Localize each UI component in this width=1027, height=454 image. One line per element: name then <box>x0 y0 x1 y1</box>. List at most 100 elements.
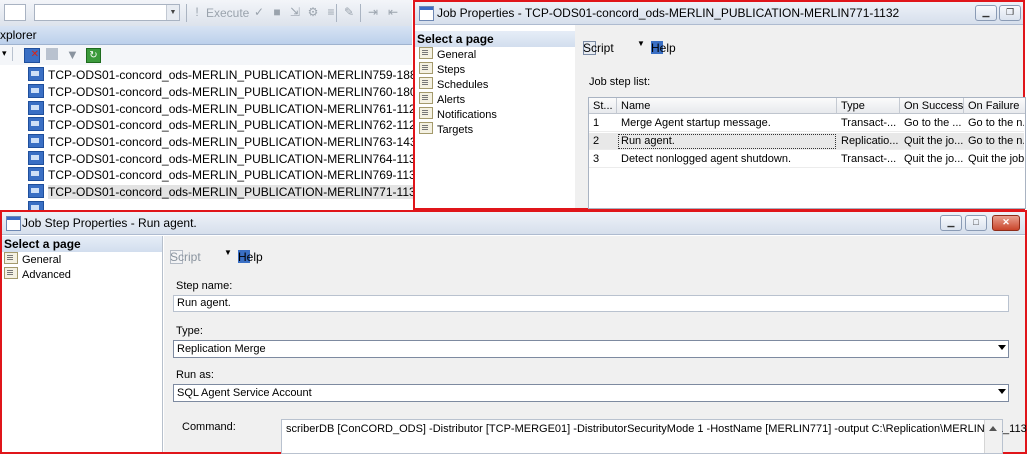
column-header-step[interactable]: St... <box>589 98 617 114</box>
run-as-select[interactable]: SQL Agent Service Account <box>173 384 1009 402</box>
page-label: General <box>437 49 477 61</box>
type-label: Type: <box>176 325 203 337</box>
page-schedules[interactable]: Schedules <box>419 77 488 92</box>
minimize-button[interactable]: ▁ <box>975 5 997 21</box>
object-explorer-tree: TCP-ODS01-concord_ods-MERLIN_PUBLICATION… <box>0 65 423 210</box>
command-label: Command: <box>182 421 236 433</box>
execute-button[interactable]: Execute <box>206 6 249 20</box>
step-name-field[interactable]: Run agent. <box>173 295 1009 312</box>
main-toolbar: ▼ ! Execute ✓ ■ ⇲ ⚙ ≡ ✎ ⇥ ⇤ <box>0 0 412 27</box>
list-item[interactable]: TCP-ODS01-concord_ods-MERLIN_PUBLICATION… <box>28 134 423 150</box>
window-title: Job Properties - TCP-ODS01-concord_ods-M… <box>437 6 900 20</box>
page-steps[interactable]: Steps <box>419 62 465 77</box>
chevron-down-icon[interactable]: ▼ <box>224 248 232 257</box>
close-button[interactable]: ✕ <box>992 215 1020 231</box>
filter-icon[interactable]: ▼ <box>66 47 79 62</box>
command-textarea[interactable]: scriberDB [ConCORD_ODS] -Distributor [TC… <box>281 419 1027 454</box>
job-icon <box>28 151 44 165</box>
page-notifications[interactable]: Notifications <box>419 107 497 122</box>
minimize-button[interactable]: ▁ <box>940 215 962 231</box>
job-name: TCP-ODS01-concord_ods-MERLIN_PUBLICATION… <box>48 68 424 82</box>
job-icon <box>28 184 44 198</box>
refresh-icon[interactable]: ↻ <box>86 48 101 63</box>
list-item[interactable]: TCP-ODS01-concord_ods-MERLIN_PUBLICATION… <box>28 101 422 117</box>
scroll-up-icon[interactable] <box>989 426 997 431</box>
cell-on-failure: Go to the n... <box>964 133 1024 150</box>
page-label: Targets <box>437 124 474 136</box>
toolbar-combo-left[interactable] <box>4 4 26 21</box>
job-icon <box>28 101 44 115</box>
job-properties-titlebar: Job Properties - TCP-ODS01-concord_ods-M… <box>415 2 1023 25</box>
cancel-query-icon[interactable]: ■ <box>270 5 284 19</box>
page-general[interactable]: General <box>419 47 476 62</box>
job-icon <box>28 201 44 210</box>
object-explorer-header: xplorer <box>0 26 412 45</box>
page-label: General <box>22 254 62 266</box>
list-item[interactable]: TCP-ODS01-concord_ods-MERLIN_PUBLICATION… <box>28 84 423 100</box>
indent-icon[interactable]: ⇥ <box>366 5 380 19</box>
page-alerts[interactable]: Alerts <box>419 92 465 107</box>
page-icon <box>419 77 433 89</box>
maximize-button[interactable]: □ <box>965 215 987 231</box>
window-title: Job Step Properties - Run agent. <box>22 216 197 230</box>
restore-button[interactable]: ❐ <box>999 5 1021 21</box>
chevron-down-icon[interactable]: ▾ <box>2 48 7 59</box>
command-scrollbar[interactable] <box>984 420 1002 453</box>
comment-icon[interactable]: ✎ <box>342 5 356 19</box>
type-select[interactable]: Replication Merge <box>173 340 1009 358</box>
page-icon <box>419 62 433 74</box>
job-name: TCP-ODS01-concord_ods-MERLIN_PUBLICATION… <box>48 118 423 132</box>
parse-icon[interactable]: ✓ <box>252 5 266 19</box>
list-item[interactable]: TCP-ODS01-concord_ods-MERLIN_PUBLICATION… <box>28 167 422 183</box>
job-name: TCP-ODS01-concord_ods-MERLIN_PUBLICATION… <box>48 102 423 116</box>
page-label: Schedules <box>437 79 489 91</box>
object-explorer-title: xplorer <box>0 28 37 42</box>
stop-icon[interactable] <box>46 48 58 60</box>
cell-type: Transact-... <box>837 151 900 168</box>
cell-on-success: Quit the jo... <box>900 133 964 150</box>
query-options-icon[interactable]: ⚙ <box>306 5 320 19</box>
select-page-panel: Select a page General Steps Schedules Al… <box>415 31 576 208</box>
toolbar-separator <box>336 4 337 22</box>
plan-icon[interactable]: ⇲ <box>288 5 302 19</box>
job-step-commandbar: Script ▼ Help <box>168 240 368 264</box>
list-item[interactable]: TCP-ODS01-concord_ods-MERLIN_PUBLICATION… <box>28 67 423 83</box>
run-as-label: Run as: <box>176 369 214 381</box>
job-step-list-label: Job step list: <box>589 76 651 88</box>
help-label: Help <box>651 41 676 55</box>
page-general[interactable]: General <box>4 252 61 267</box>
column-header-on-success[interactable]: On Success <box>900 98 964 114</box>
cell-step: 2 <box>589 133 617 150</box>
list-item-selected[interactable]: TCP-ODS01-concord_ods-MERLIN_PUBLICATION… <box>28 184 423 200</box>
chevron-down-icon[interactable]: ▼ <box>637 39 645 48</box>
disconnect-icon[interactable]: ✕ <box>24 48 40 63</box>
cell-on-success: Quit the jo... <box>900 151 964 168</box>
job-properties-window: Job Properties - TCP-ODS01-concord_ods-M… <box>413 0 1026 210</box>
page-label: Steps <box>437 64 466 76</box>
job-step-grid: St... Name Type On Success On Failure 1 … <box>588 97 1026 209</box>
list-item[interactable]: TCP-ODS01-concord_ods-MERLIN_PUBLICATION… <box>28 151 422 167</box>
cell-on-success: Go to the ... <box>900 115 964 132</box>
page-label: Alerts <box>437 94 466 106</box>
script-label: Script <box>170 250 201 264</box>
list-item-partial[interactable] <box>28 201 48 210</box>
page-targets[interactable]: Targets <box>419 122 473 137</box>
list-item[interactable]: TCP-ODS01-concord_ods-MERLIN_PUBLICATION… <box>28 117 422 133</box>
outdent-icon[interactable]: ⇤ <box>386 5 400 19</box>
database-selector[interactable]: ▼ <box>34 4 180 21</box>
job-step-properties-titlebar: Job Step Properties - Run agent. ▁ □ ✕ <box>2 212 1025 235</box>
column-header-on-failure[interactable]: On Failure <box>964 98 1025 114</box>
type-selected-value: Replication Merge <box>177 343 266 355</box>
job-icon <box>28 84 44 98</box>
command-text: scriberDB [ConCORD_ODS] -Distributor [TC… <box>286 423 1027 435</box>
column-header-type[interactable]: Type <box>837 98 900 114</box>
page-advanced[interactable]: Advanced <box>4 267 71 282</box>
job-name: TCP-ODS01-concord_ods-MERLIN_PUBLICATION… <box>48 168 423 182</box>
job-icon <box>28 117 44 131</box>
execute-icon[interactable]: ! <box>190 5 204 19</box>
page-icon <box>4 267 18 279</box>
page-icon <box>419 122 433 134</box>
chevron-down-icon <box>998 389 1006 394</box>
script-label: Script <box>583 41 614 55</box>
column-header-name[interactable]: Name <box>617 98 837 114</box>
